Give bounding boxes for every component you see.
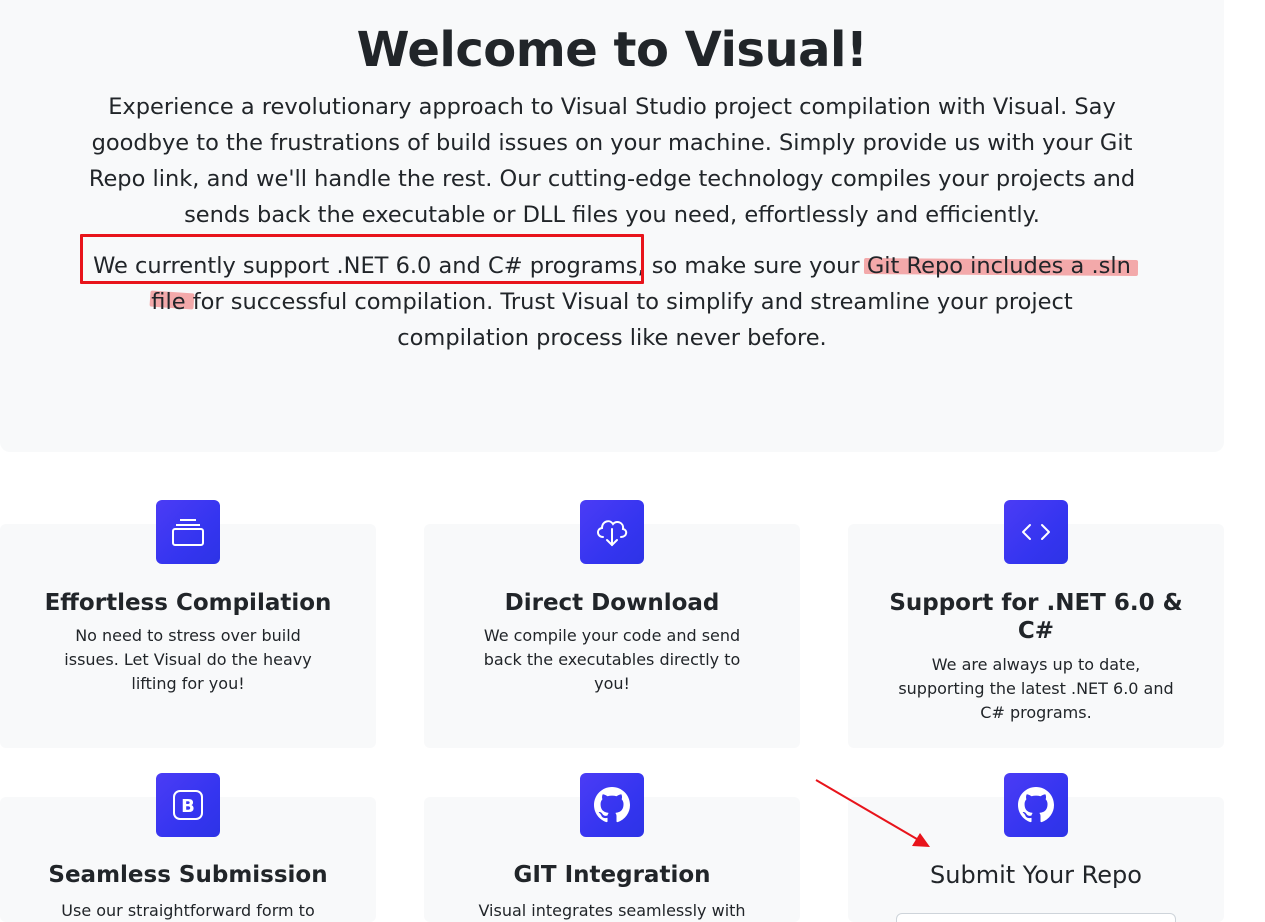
code-icon	[1004, 500, 1068, 564]
card-desc: No need to stress over build issues. Let…	[64, 626, 312, 693]
card-desc: Use our straightforward form to	[61, 901, 315, 920]
cloud-download-icon	[580, 500, 644, 564]
card-title: Direct Download	[504, 590, 720, 616]
bootstrap-icon: B	[156, 773, 220, 837]
card-desc: We compile your code and send back the e…	[483, 626, 741, 693]
annotation-box	[80, 234, 644, 284]
card-title: Effortless Compilation	[44, 590, 332, 616]
card-title: Support for .NET 6.0 & C#	[889, 590, 1183, 644]
card-title: GIT Integration	[513, 862, 711, 888]
github-icon	[1004, 773, 1068, 837]
hero-section: Welcome to Visual! Experience a revoluti…	[0, 0, 1224, 452]
github-icon	[580, 773, 644, 837]
feature-card-compilation: Effortless Compilation No need to stress…	[0, 500, 376, 748]
annotation-arrow	[815, 779, 930, 847]
card-desc: Visual integrates seamlessly with	[478, 901, 746, 920]
stack-icon	[156, 500, 220, 564]
hero-intro-paragraph: Experience a revolutionary approach to V…	[88, 94, 1136, 228]
svg-text:B: B	[181, 796, 195, 817]
feature-card-dotnet: Support for .NET 6.0 & C# We are always …	[848, 500, 1224, 748]
card-title: Seamless Submission	[48, 862, 328, 888]
feature-card-download: Direct Download We compile your code and…	[424, 500, 800, 748]
card-title: Submit Your Repo	[930, 861, 1142, 889]
page-title: Welcome to Visual!	[356, 22, 868, 78]
repo-url-input[interactable]	[896, 913, 1176, 922]
feature-card-submission: B Seamless Submission Use our straightfo…	[0, 773, 376, 922]
card-desc: We are always up to date, supporting the…	[898, 655, 1174, 722]
feature-card-git: GIT Integration Visual integrates seamle…	[424, 773, 800, 922]
